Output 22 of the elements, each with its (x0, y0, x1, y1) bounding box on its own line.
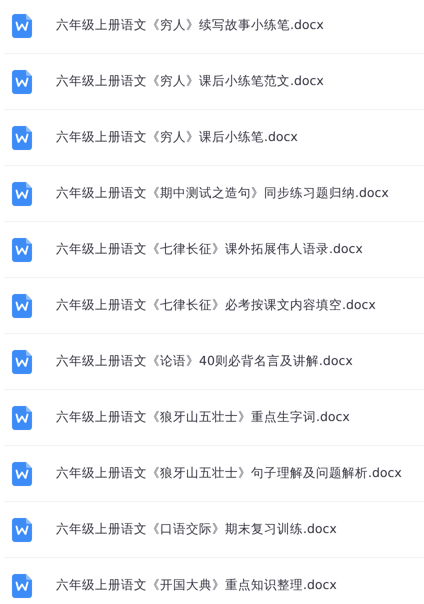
file-name[interactable]: 六年级上册语文《口语交际》期末复习训练.docx (56, 521, 337, 538)
word-document-icon (12, 126, 32, 150)
file-name[interactable]: 六年级上册语文《穷人》续写故事小练笔.docx (56, 17, 324, 34)
word-document-icon (12, 574, 32, 598)
file-name[interactable]: 六年级上册语文《七律长征》必考按课文内容填空.docx (56, 297, 376, 314)
word-document-icon (12, 406, 32, 430)
word-document-icon (12, 182, 32, 206)
file-name[interactable]: 六年级上册语文《穷人》课后小练笔范文.docx (56, 73, 324, 90)
file-name[interactable]: 六年级上册语文《开国大典》重点知识整理.docx (56, 577, 337, 594)
word-document-icon (12, 70, 32, 94)
word-document-icon (12, 238, 32, 262)
word-document-icon (12, 14, 32, 38)
file-name[interactable]: 六年级上册语文《狼牙山五壮士》句子理解及问题解析.docx (56, 465, 402, 482)
file-name[interactable]: 六年级上册语文《穷人》课后小练笔.docx (56, 129, 298, 146)
word-document-icon (12, 294, 32, 318)
file-name[interactable]: 六年级上册语文《七律长征》课外拓展伟人语录.docx (56, 241, 363, 258)
file-name[interactable]: 六年级上册语文《狼牙山五壮士》重点生字词.docx (56, 409, 350, 426)
word-document-icon (12, 350, 32, 374)
file-name[interactable]: 六年级上册语文《期中测试之造句》同步练习题归纳.docx (56, 185, 389, 202)
file-name[interactable]: 六年级上册语文《论语》40则必背名言及讲解.docx (56, 353, 353, 370)
word-document-icon (12, 462, 32, 486)
word-document-icon (12, 518, 32, 542)
